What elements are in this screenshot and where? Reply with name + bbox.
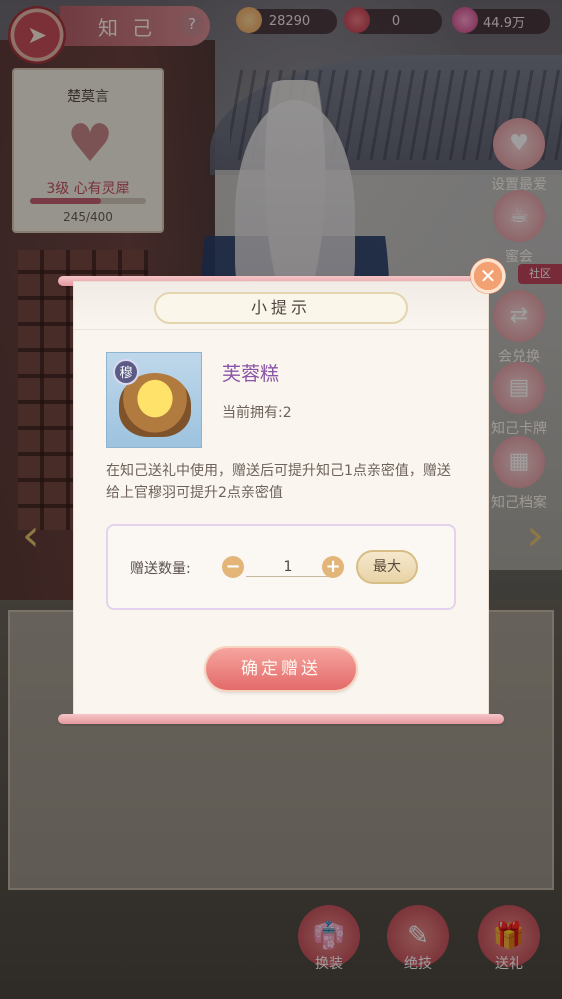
max-button[interactable]: 最大 — [356, 550, 418, 584]
minus-button[interactable]: − — [222, 556, 244, 578]
quantity-label: 赠送数量: — [130, 561, 191, 577]
dialog-header: 小提示 — [74, 282, 488, 330]
quantity-underline — [246, 576, 330, 577]
close-button[interactable]: ✕ — [470, 258, 506, 294]
item-owned-count: 当前拥有:2 — [222, 405, 292, 421]
plus-button[interactable]: + — [322, 556, 344, 578]
item-icon-frame: 穆 — [106, 352, 202, 448]
tip-dialog: 小提示 穆 芙蓉糕 当前拥有:2 在知己送礼中使用，赠送后可提升知己1点亲密值，… — [74, 282, 488, 716]
item-description: 在知己送礼中使用，赠送后可提升知己1点亲密值，赠送给上官穆羽可提升2点亲密值 — [106, 463, 451, 501]
quantity-value[interactable]: 1 — [246, 559, 330, 575]
item-name: 芙蓉糕 — [222, 363, 280, 385]
quantity-panel: 赠送数量: − 1 + 最大 — [106, 524, 456, 610]
dialog-title: 小提示 — [154, 292, 408, 324]
item-owner-tag: 穆 — [113, 359, 139, 385]
confirm-gift-button[interactable]: 确定赠送 — [206, 648, 356, 690]
scroll-rod-bottom — [58, 714, 504, 724]
